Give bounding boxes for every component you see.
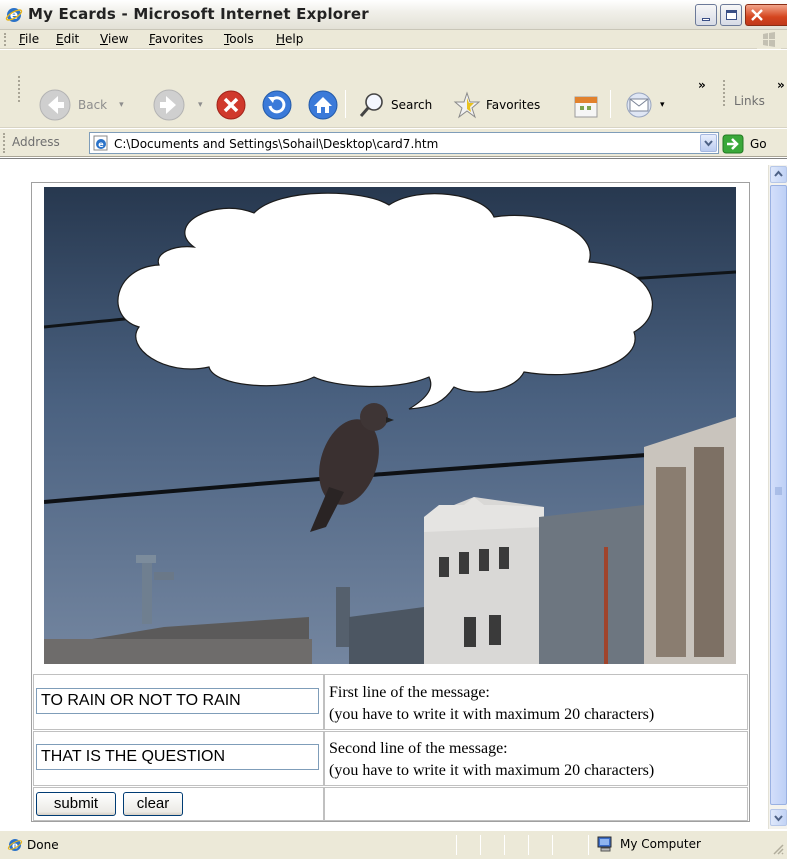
menu-grip	[4, 33, 7, 46]
close-button[interactable]	[745, 4, 787, 26]
zone-label: My Computer	[620, 837, 701, 851]
star-icon	[453, 91, 481, 119]
menu-help[interactable]: Help	[276, 32, 303, 46]
refresh-icon[interactable]	[260, 88, 294, 122]
links-grip	[723, 80, 726, 106]
message-line2-input[interactable]: THAT IS THE QUESTION	[36, 744, 319, 770]
status-bar: e Done My Computer	[0, 830, 787, 859]
page-done-icon: e	[7, 839, 23, 852]
ie-icon: e	[5, 8, 23, 22]
status-separator	[552, 835, 553, 855]
mail-icon	[626, 92, 652, 118]
menu-view[interactable]: View	[100, 32, 128, 46]
minimize-button[interactable]	[695, 4, 717, 26]
back-dropdown-icon[interactable]: ▾	[119, 100, 124, 110]
address-input[interactable]: e C:\Documents and Settings\Sohail\Deskt…	[89, 132, 719, 154]
toolbar-separator-2	[610, 90, 611, 118]
chevron-up-icon	[774, 170, 783, 177]
back-button[interactable]: Back ▾	[36, 86, 124, 124]
mail-button[interactable]: ▾	[622, 90, 665, 120]
favorites-label: Favorites	[486, 98, 541, 112]
favorites-button[interactable]: Favorites	[452, 90, 540, 120]
status-separator	[456, 835, 457, 855]
toolbar-separator	[345, 90, 346, 118]
chevron-down-icon	[704, 140, 713, 147]
status-separator	[504, 835, 505, 855]
go-arrow-icon	[722, 134, 744, 154]
forward-arrow-icon	[153, 89, 185, 121]
scroll-up-button[interactable]	[770, 166, 787, 183]
mail-dropdown-icon[interactable]: ▾	[660, 100, 665, 110]
menu-file[interactable]: File	[19, 32, 39, 46]
scroll-thumb[interactable]	[770, 185, 787, 805]
computer-icon	[597, 836, 612, 852]
menu-favorites[interactable]: Favorites	[149, 32, 203, 46]
back-label: Back	[78, 98, 108, 112]
line1-desc-title: First line of the message:	[329, 684, 490, 701]
window-title: My Ecards - Microsoft Internet Explorer	[28, 5, 369, 23]
line2-desc-note: (you have to write it with maximum 20 ch…	[329, 762, 655, 779]
clear-button[interactable]: clear	[123, 792, 183, 816]
forward-dropdown-icon[interactable]: ▾	[198, 100, 203, 110]
resize-grip-icon	[773, 844, 784, 855]
address-dropdown-button[interactable]	[700, 134, 717, 152]
back-arrow-icon	[39, 89, 71, 121]
search-icon	[359, 93, 383, 117]
pigeon-photo-image	[44, 187, 736, 664]
links-overflow[interactable]: »	[777, 78, 785, 92]
toolbar-row: Back ▾ ▾ Search Favorites ▾ » Links »	[0, 50, 787, 128]
stop-icon[interactable]	[214, 88, 248, 122]
windows-logo-icon	[757, 30, 781, 49]
ecard-photo	[44, 187, 736, 664]
grip-lines-icon	[775, 487, 782, 495]
menu-bar: File Edit View Favorites Tools Help	[0, 30, 787, 49]
address-label: Address	[12, 135, 60, 149]
search-button[interactable]: Search	[357, 90, 432, 120]
submit-button[interactable]: submit	[36, 792, 116, 816]
status-separator	[528, 835, 529, 855]
toolbar-grip	[18, 76, 21, 102]
status-separator	[480, 835, 481, 855]
vertical-scrollbar[interactable]	[768, 165, 787, 829]
standard-toolbar: Back ▾ ▾ Search Favorites ▾ » Links »	[0, 50, 787, 128]
status-text: Done	[27, 838, 59, 852]
address-value: C:\Documents and Settings\Sohail\Desktop…	[114, 137, 439, 151]
address-grip	[3, 133, 6, 153]
empty-cell	[324, 787, 748, 821]
forward-button[interactable]: ▾	[150, 86, 203, 124]
maximize-icon	[726, 10, 737, 20]
close-icon	[751, 9, 763, 21]
resize-grip[interactable]	[770, 841, 784, 855]
go-label: Go	[750, 137, 767, 151]
links-label[interactable]: Links	[734, 94, 765, 108]
maximize-button[interactable]	[720, 4, 742, 26]
home-icon[interactable]	[306, 88, 340, 122]
line2-desc-title: Second line of the message:	[329, 740, 508, 757]
ie-page-icon: e	[93, 135, 108, 151]
menu-tools[interactable]: Tools	[224, 32, 254, 46]
chevron-down-icon	[774, 815, 783, 822]
svg-text:e: e	[98, 140, 104, 149]
minimize-icon	[702, 18, 710, 21]
message-line1-input[interactable]: TO RAIN OR NOT TO RAIN	[36, 688, 319, 714]
address-bar: Address e C:\Documents and Settings\Soha…	[0, 129, 787, 157]
go-button[interactable]: Go	[722, 134, 767, 154]
toolbar-overflow[interactable]: »	[698, 78, 706, 92]
status-separator	[588, 835, 589, 855]
menu-edit[interactable]: Edit	[56, 32, 79, 46]
security-zone: My Computer	[596, 836, 701, 852]
history-icon[interactable]	[571, 92, 601, 122]
search-label: Search	[391, 98, 433, 112]
scroll-down-button[interactable]	[770, 809, 787, 826]
title-bar: e My Ecards - Microsoft Internet Explore…	[0, 0, 787, 30]
line1-desc-note: (you have to write it with maximum 20 ch…	[329, 706, 655, 723]
